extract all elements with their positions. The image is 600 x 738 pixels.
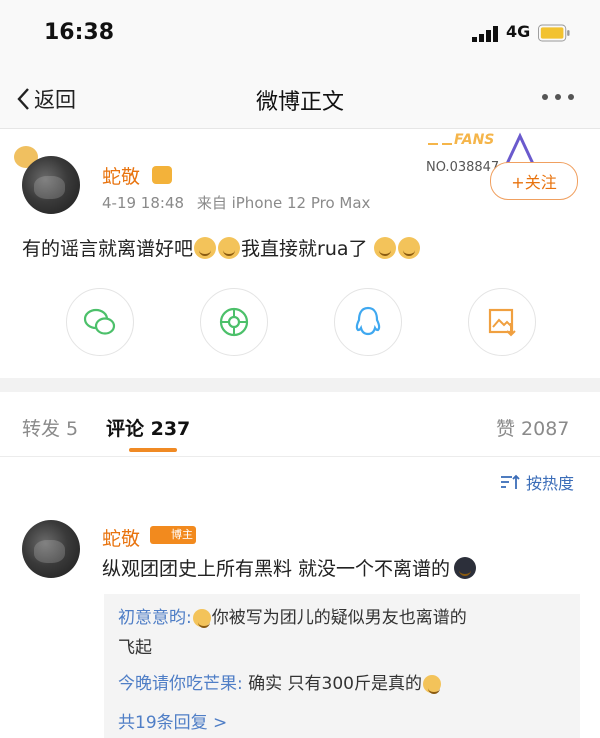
reply-text: 你被写为团儿的疑似男友也离谱的 bbox=[211, 608, 467, 628]
reply-user[interactable]: 初意意昀: bbox=[118, 608, 192, 628]
dark-face-emoji-icon bbox=[454, 557, 477, 579]
commenter-avatar[interactable] bbox=[22, 520, 80, 578]
sort-by-hot-button[interactable]: 按热度 bbox=[500, 470, 574, 494]
section-separator bbox=[0, 378, 600, 392]
author-avatar[interactable] bbox=[22, 156, 80, 214]
fans-label: FANS bbox=[454, 132, 495, 148]
more-icon[interactable] bbox=[540, 92, 576, 102]
wechat-icon bbox=[83, 308, 116, 335]
sort-label: 按热度 bbox=[526, 474, 575, 493]
post-text-part-1: 有的谣言就离谱好吧 bbox=[22, 238, 194, 260]
share-qq-button[interactable] bbox=[334, 288, 402, 356]
commenter-name[interactable]: 蛇敬 bbox=[102, 524, 140, 551]
more-replies-link[interactable]: 共19条回复 > bbox=[118, 708, 227, 733]
save-image-button[interactable] bbox=[468, 288, 536, 356]
doge-emoji-icon bbox=[218, 237, 241, 259]
vip-crown-icon bbox=[152, 166, 172, 184]
reply-text-continued: 飞起 bbox=[118, 638, 152, 658]
tab-likes[interactable]: 赞 2087 bbox=[496, 414, 569, 441]
comment-text-row: 纵观团团史上所有黑料 就没一个不离谱的 bbox=[102, 554, 477, 581]
active-tab-indicator bbox=[129, 448, 177, 452]
qq-icon bbox=[355, 306, 381, 336]
share-wechat-button[interactable] bbox=[66, 288, 134, 356]
author-name[interactable]: 蛇敬 bbox=[102, 162, 140, 189]
share-moments-button[interactable] bbox=[200, 288, 268, 356]
signal-icon bbox=[472, 26, 498, 42]
doge-emoji-icon bbox=[423, 675, 441, 694]
tabs-divider bbox=[0, 456, 600, 457]
status-time: 16:38 bbox=[44, 20, 115, 45]
follow-button[interactable]: +关注 bbox=[490, 162, 578, 200]
post-meta: 4-19 18:48 来自 iPhone 12 Pro Max bbox=[102, 192, 370, 213]
laugh-cry-emoji-icon bbox=[192, 609, 211, 628]
reply-item[interactable]: 初意意昀: 你被写为团儿的疑似男友也离谱的 bbox=[118, 604, 467, 632]
fans-number: NO.038847 bbox=[426, 160, 500, 175]
sort-icon bbox=[501, 474, 520, 489]
tab-comments[interactable]: 评论 237 bbox=[106, 414, 190, 441]
post-source: 来自 iPhone 12 Pro Max bbox=[196, 194, 371, 212]
save-image-icon bbox=[488, 308, 516, 337]
moments-icon bbox=[219, 307, 249, 337]
doge-emoji-icon bbox=[194, 237, 217, 259]
author-badge: 博主 bbox=[150, 526, 196, 544]
comment-text: 纵观团团史上所有黑料 就没一个不离谱的 bbox=[102, 558, 451, 580]
reply-item[interactable]: 今晚请你吃芒果: 确实 只有300斤是真的 bbox=[118, 670, 442, 698]
post-content: 有的谣言就离谱好吧 我直接就rua了 bbox=[22, 234, 421, 261]
page-title: 微博正文 bbox=[255, 90, 344, 115]
battery-icon bbox=[538, 24, 570, 42]
reply-user[interactable]: 今晚请你吃芒果: bbox=[118, 674, 243, 694]
author-badge-label: 博主 bbox=[171, 528, 193, 541]
doge-emoji-icon bbox=[397, 237, 420, 259]
tab-repost[interactable]: 转发 5 bbox=[22, 414, 78, 441]
network-type: 4G bbox=[506, 22, 531, 41]
post-text-part-2: 我直接就rua了 bbox=[241, 238, 368, 260]
reply-text: 确实 只有300斤是真的 bbox=[248, 674, 422, 694]
post-date: 4-19 18:48 bbox=[102, 194, 185, 212]
doge-emoji-icon bbox=[373, 237, 396, 259]
